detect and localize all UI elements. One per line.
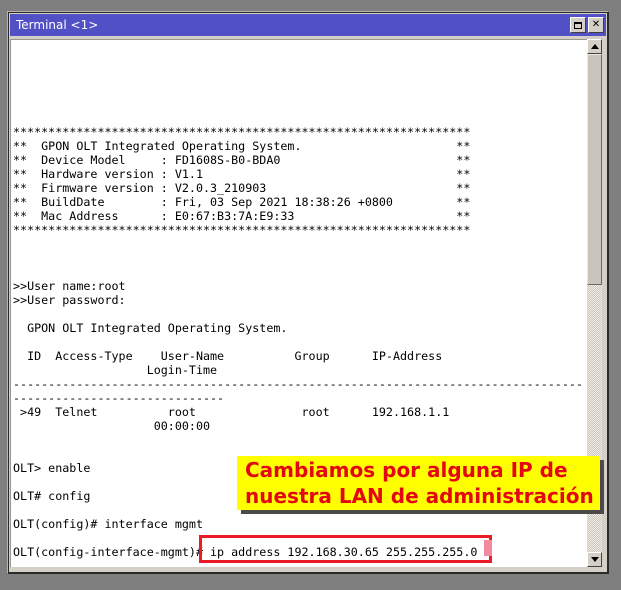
scroll-down-button[interactable]: [587, 552, 602, 567]
titlebar-buttons: ✕: [570, 17, 604, 33]
window-title: Terminal <1>: [16, 18, 98, 32]
maximize-icon: [574, 22, 582, 29]
titlebar[interactable]: Terminal <1> ✕: [10, 14, 606, 36]
annotation-callout: Cambiamos por alguna IP de nuestra LAN d…: [237, 456, 600, 510]
arrow-down-icon: [591, 557, 599, 562]
text-cursor: [484, 540, 492, 556]
arrow-up-icon: [591, 44, 599, 49]
desktop: Terminal <1> ✕ *************************…: [0, 0, 621, 590]
annotation-line-2: nuestra LAN de administración: [245, 483, 592, 509]
maximize-button[interactable]: [570, 17, 586, 33]
annotation-line-1: Cambiamos por alguna IP de: [245, 457, 592, 483]
highlight-box: [199, 535, 492, 563]
scrollbar-thumb[interactable]: [587, 54, 602, 285]
close-icon: ✕: [592, 20, 600, 30]
close-button[interactable]: ✕: [588, 17, 604, 33]
scroll-up-button[interactable]: [587, 39, 602, 54]
